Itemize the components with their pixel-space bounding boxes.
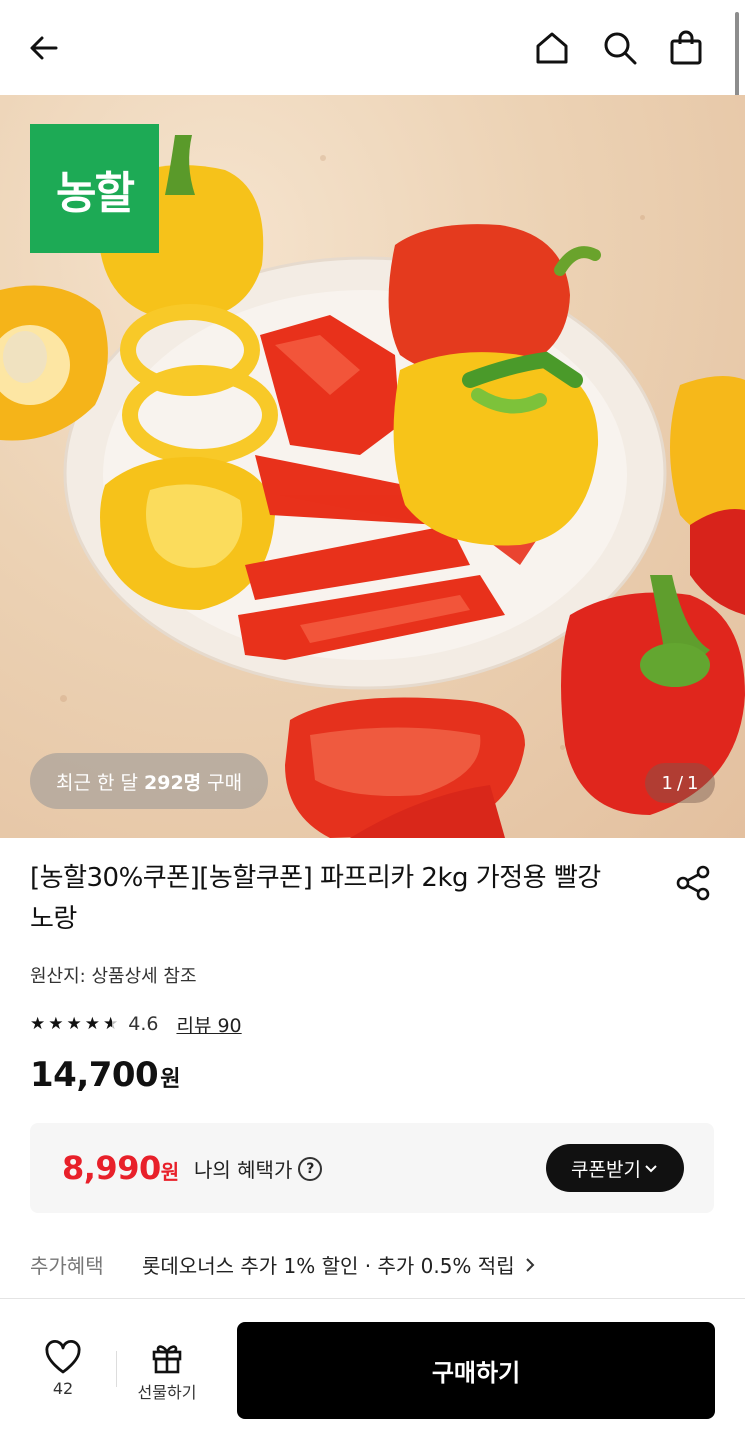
- buyers-count: 292명: [144, 771, 202, 794]
- buy-button[interactable]: 구매하기: [237, 1322, 715, 1419]
- extra-benefit-row[interactable]: 추가혜택 롯데오너스 추가 1% 할인 · 추가 0.5% 적립: [30, 1250, 537, 1279]
- benefit-price-value: 8,990: [62, 1149, 161, 1187]
- divider: [116, 1351, 117, 1387]
- price-unit: 원: [160, 1067, 180, 1092]
- chevron-right-icon: [525, 1257, 535, 1272]
- benefit-price-unit: 원: [160, 1160, 179, 1184]
- buyers-prefix: 최근 한 달: [56, 771, 138, 794]
- benefit-price: 8,990원: [62, 1149, 179, 1187]
- product-title: [농할30%쿠폰][농할쿠폰] 파프리카 2kg 가정용 빨강 노랑: [30, 863, 601, 934]
- bottom-action-bar: 42 선물하기 구매하기: [0, 1298, 745, 1440]
- like-count: 42: [52, 1379, 74, 1398]
- buyers-suffix: 구매: [207, 771, 243, 794]
- rating-stars: ★ ★ ★ ★ ★: [30, 1013, 119, 1034]
- gift-label: 선물하기: [137, 1383, 197, 1402]
- star-icon: ★: [66, 1013, 82, 1034]
- rating-score: 4.6: [128, 1013, 159, 1035]
- rating-row: ★ ★ ★ ★ ★ 4.6 리뷰 90: [30, 1010, 242, 1038]
- product-image[interactable]: 농할 최근 한 달 292명 구매 1 / 1: [0, 95, 745, 838]
- buy-button-label: 구매하기: [431, 1359, 521, 1387]
- heart-icon: [45, 1339, 81, 1374]
- original-price: 14,700원: [30, 1055, 180, 1095]
- get-coupon-button[interactable]: 쿠폰받기: [546, 1144, 684, 1192]
- review-link[interactable]: 리뷰 90: [176, 1011, 241, 1038]
- page-current: 1: [661, 772, 673, 794]
- half-star-icon: ★: [103, 1013, 119, 1034]
- page-total: 1: [687, 772, 699, 794]
- top-nav-bar: [0, 0, 745, 160]
- brand-badge-text: 농할: [56, 167, 135, 219]
- back-arrow-icon[interactable]: [24, 26, 64, 70]
- page-separator: /: [676, 772, 684, 794]
- gift-icon: [152, 1345, 182, 1374]
- coupon-button-label: 쿠폰받기: [571, 1158, 641, 1181]
- benefit-label: 나의 혜택가 ?: [194, 1154, 323, 1183]
- star-icon: ★: [84, 1013, 100, 1034]
- origin-info: 원산지: 상품상세 참조: [30, 966, 197, 987]
- wishlist-button[interactable]: 42: [24, 1339, 102, 1398]
- price-value: 14,700: [30, 1055, 159, 1095]
- extra-benefit-text: 롯데오너스 추가 1% 할인 · 추가 0.5% 적립: [142, 1254, 515, 1278]
- chevron-down-icon: [645, 1165, 657, 1173]
- share-icon[interactable]: [672, 862, 714, 904]
- gift-button[interactable]: 선물하기: [124, 1339, 210, 1403]
- home-icon[interactable]: [532, 26, 572, 70]
- benefit-label-text: 나의 혜택가: [194, 1158, 293, 1182]
- image-page-indicator: 1 / 1: [645, 763, 715, 803]
- shopping-bag-icon[interactable]: [666, 26, 706, 70]
- benefit-price-box: 8,990원 나의 혜택가 ? 쿠폰받기: [30, 1123, 714, 1213]
- help-icon[interactable]: ?: [298, 1156, 323, 1181]
- extra-benefit-label: 추가혜택: [30, 1254, 104, 1278]
- brand-badge: 농할: [30, 124, 159, 253]
- search-icon[interactable]: [600, 26, 640, 70]
- recent-buyers-chip: 최근 한 달 292명 구매: [30, 753, 269, 809]
- star-icon: ★: [30, 1013, 46, 1034]
- star-icon: ★: [48, 1013, 64, 1034]
